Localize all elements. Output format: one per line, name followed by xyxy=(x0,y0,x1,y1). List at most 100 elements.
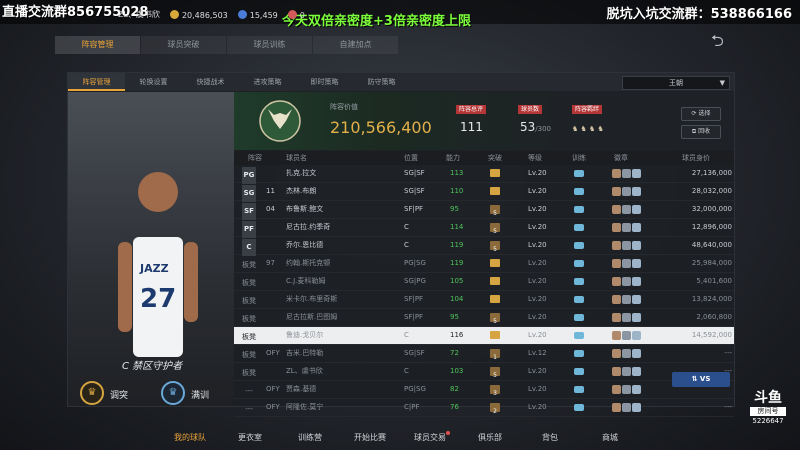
subtab-live-strategy[interactable]: 即时策略 xyxy=(296,73,353,91)
badge-cell xyxy=(612,183,641,203)
position-cell: SG|PG xyxy=(404,277,426,285)
slot-cell: 板凳 xyxy=(242,255,256,274)
nav-store[interactable]: 商城 xyxy=(580,430,640,446)
player-name: 布鲁斯.鲍文 xyxy=(286,205,324,213)
training-cell xyxy=(574,399,584,418)
nav-start-game[interactable]: 开始比赛 xyxy=(340,430,400,446)
badge-icons xyxy=(612,313,641,322)
table-row[interactable]: 板凳 97 约翰.斯托克顿 PG|SG 119 Lv.20 25,984,000 xyxy=(234,255,734,273)
player-table: PG 扎克.拉文 SG|SF 113 Lv.20 27,136,000 SG 11 杰林.布朗 S… xyxy=(234,165,734,417)
slot-label: --- xyxy=(245,405,253,413)
table-row[interactable]: 板凳 C.J.麦科勒姆 SG|PG 105 Lv.20 5,401,600 xyxy=(234,273,734,291)
subtab-rotation[interactable]: 轮换设置 xyxy=(125,73,182,91)
subtab-offense-strategy[interactable]: 进攻策略 xyxy=(239,73,296,91)
coin-value: 20,486,503 xyxy=(181,10,228,20)
tab-custom-points[interactable]: 自建加点 xyxy=(313,36,398,54)
level-cell: Lv.20 xyxy=(528,241,547,249)
nav-locker-room[interactable]: 更衣室 xyxy=(220,430,280,446)
main-tabs: 阵容管理 球员突破 球员训练 自建加点 xyxy=(55,36,399,54)
currency-bar: ZL、虞书欣 20,486,503 15,459 0 xyxy=(118,9,305,20)
tab-player-breakthrough[interactable]: 球员突破 xyxy=(141,36,226,54)
table-row[interactable]: 板凳 尼古拉斯.巴图姆 SF|PF 95 5 Lv.20 2,060,800 xyxy=(234,309,734,327)
position-cell: SF|PF xyxy=(404,205,424,213)
table-row[interactable]: SF 04 布鲁斯.鲍文 SF|PF 95 5 Lv.20 32,000,000 xyxy=(234,201,734,220)
col-breakthrough[interactable]: 突破 xyxy=(488,151,502,165)
crown-icon xyxy=(490,277,500,285)
adjust-button[interactable]: ♛ xyxy=(80,381,104,405)
player-name: 杰林.布朗 xyxy=(286,187,317,195)
position-cell: PG|SG xyxy=(404,259,426,267)
player-count-label: 球员数 xyxy=(518,105,543,114)
col-level[interactable]: 等级 xyxy=(528,151,542,165)
training-cell xyxy=(574,255,584,274)
badge-cell xyxy=(612,327,641,347)
breakthrough-badge-icon: 5 xyxy=(490,367,500,379)
badge-icon xyxy=(612,349,621,358)
col-training[interactable]: 训练 xyxy=(572,151,586,165)
table-row[interactable]: --- OFY 阿隆佐.莫宁 C|PF 76 2 Lv.20 --- xyxy=(234,399,734,417)
training-icon xyxy=(574,188,584,195)
col-name[interactable]: 球员名 xyxy=(286,151,307,165)
bucks-logo-icon xyxy=(259,100,301,142)
team-dropdown-value: 王朝 xyxy=(669,79,683,87)
tab-player-training[interactable]: 球员训练 xyxy=(227,36,312,54)
subtab-defense-strategy[interactable]: 防守策略 xyxy=(353,73,410,91)
rollback-button[interactable]: ⧉ 回收 xyxy=(681,125,721,139)
position-cell: SF|PF xyxy=(404,313,424,321)
table-row[interactable]: PF 尼古拉.约季奇 C 114 5 Lv.20 12,896,000 xyxy=(234,219,734,238)
breakthrough-cell xyxy=(490,165,500,184)
breakthrough-badge-icon: 5 xyxy=(490,241,500,253)
slot-label: SF xyxy=(242,203,256,220)
badge-icon xyxy=(622,241,631,250)
col-price[interactable]: 球员身价 xyxy=(682,151,710,165)
player-count-value: 53 xyxy=(520,120,536,134)
badge-icon xyxy=(632,295,641,304)
rating-cell: 95 xyxy=(450,205,459,213)
table-row[interactable]: C 乔尔.恩比德 C 119 5 Lv.20 48,640,000 xyxy=(234,237,734,256)
player-name: 吉米.巴特勒 xyxy=(286,349,324,357)
table-row[interactable]: 板凳 OFY 吉米.巴特勒 SG|SF 72 1 Lv.12 --- xyxy=(234,345,734,363)
slot-label: 板凳 xyxy=(242,333,256,341)
compare-button[interactable]: ⇅ VS xyxy=(672,372,730,387)
badge-icon xyxy=(622,277,631,286)
breakthrough-badge-icon: 2 xyxy=(490,403,500,415)
subtab-quick-tactics[interactable]: 快捷战术 xyxy=(182,73,239,91)
breakthrough-badge-icon: 5 xyxy=(490,223,500,235)
table-row[interactable]: 板凳 ZL、虞书欣 C 103 5 Lv.20 --- xyxy=(234,363,734,381)
nav-training-camp[interactable]: 训练营 xyxy=(280,430,340,446)
col-slot[interactable]: 阵容 xyxy=(248,151,262,165)
badge-icon xyxy=(622,313,631,322)
team-dropdown[interactable]: 王朝 ▼ xyxy=(622,76,730,90)
badge-cell xyxy=(612,363,641,383)
subtab-lineup[interactable]: 阵容管理 xyxy=(68,73,125,91)
jersey-cell: OFY xyxy=(266,403,280,411)
tab-lineup-management[interactable]: 阵容管理 xyxy=(55,36,140,54)
slot-cell: C xyxy=(242,237,256,256)
max-train-button[interactable]: ♛ xyxy=(161,381,185,405)
price-cell: 12,896,000 xyxy=(691,223,732,231)
slot-cell: SG xyxy=(242,183,256,202)
badge-icons xyxy=(612,259,641,268)
back-arrow-icon[interactable]: ⮌ xyxy=(711,33,735,49)
table-row[interactable]: 板凳 米卡尔.布里奇斯 SF|PF 104 Lv.20 13,824,000 xyxy=(234,291,734,309)
douyu-watermark: 斗鱼 房间号 5226647 xyxy=(748,390,788,438)
player-card: 27 JAZZ C 禁区守护者 ♛ 调突 ♛ 满训 xyxy=(68,92,234,406)
col-badges[interactable]: 徽章 xyxy=(614,151,628,165)
table-row[interactable]: PG 扎克.拉文 SG|SF 113 Lv.20 27,136,000 xyxy=(234,165,734,184)
badge-icon xyxy=(622,349,631,358)
table-row[interactable]: SG 11 杰林.布朗 SG|SF 110 Lv.20 28,032,000 xyxy=(234,183,734,203)
bottom-nav: 我的球队 更衣室 训练营 开始比赛 球员交易 俱乐部 背包 商城 xyxy=(160,430,640,446)
select-button[interactable]: ⟳ 选择 xyxy=(681,107,721,121)
slot-cell: 板凳 xyxy=(242,327,256,346)
badge-icon xyxy=(612,295,621,304)
table-row[interactable]: --- OFY 贾森.基德 PG|SG 82 3 Lv.20 xyxy=(234,381,734,399)
table-row[interactable]: 板凳 鲁迪.戈贝尔 C 116 Lv.20 14,592,000 xyxy=(234,327,734,345)
slot-label: 板凳 xyxy=(242,297,256,305)
nav-backpack[interactable]: 背包 xyxy=(520,430,580,446)
col-position[interactable]: 位置 xyxy=(404,151,418,165)
player-name: 约翰.斯托克顿 xyxy=(286,259,331,267)
nav-player-trade[interactable]: 球员交易 xyxy=(400,430,460,446)
nav-my-team[interactable]: 我的球队 xyxy=(160,430,220,446)
col-rating[interactable]: 能力 xyxy=(446,151,460,165)
nav-club[interactable]: 俱乐部 xyxy=(460,430,520,446)
